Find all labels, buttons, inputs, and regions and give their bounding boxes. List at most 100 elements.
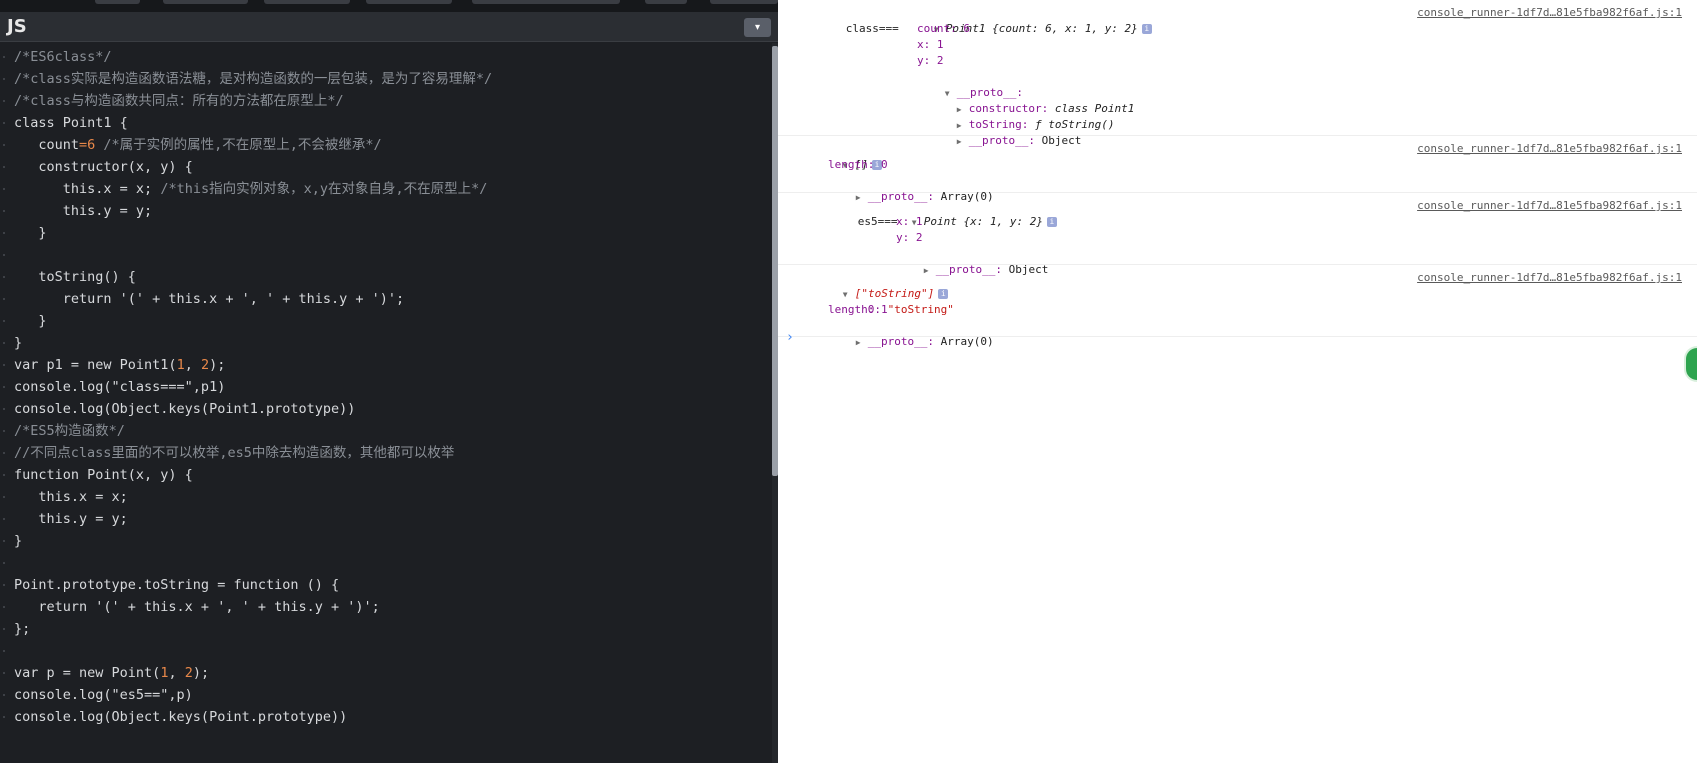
top-tab[interactable]	[472, 0, 620, 4]
code-token: =6	[79, 137, 96, 153]
code-line[interactable]: }	[3, 529, 22, 553]
code-token: /*ES5构造函数*/	[14, 423, 125, 439]
code-token: }	[14, 225, 47, 241]
code-line[interactable]: }	[3, 221, 47, 245]
gutter-marker	[3, 430, 5, 432]
code-token: }	[14, 313, 47, 329]
prop-count: count: 6	[917, 22, 970, 35]
prop-x: x: 1	[896, 215, 923, 228]
top-tab[interactable]	[366, 0, 452, 4]
gutter-marker	[3, 298, 5, 300]
info-icon: i	[1046, 217, 1057, 227]
collapse-button[interactable]: ▾	[744, 18, 771, 37]
collapsed-arrow-icon[interactable]: ▶	[856, 335, 868, 351]
gutter-marker	[3, 78, 5, 80]
code-line[interactable]: toString() {	[3, 265, 136, 289]
gutter-marker	[3, 628, 5, 630]
top-tab[interactable]	[264, 0, 350, 4]
code-line[interactable]: this.x = x;	[3, 485, 128, 509]
object-summary: Point {x: 1, y: 2}	[923, 215, 1043, 228]
source-link[interactable]: console_runner-1df7d…81e5fba982f6af.js:1	[1417, 198, 1682, 214]
prop-x: x: 1	[917, 38, 944, 51]
code-line[interactable]: this.x = x; /*this指向实例对象，x,y在对象自身,不在原型上*…	[3, 177, 487, 201]
top-tab-strip	[0, 0, 778, 12]
console-entry-class: console_runner-1df7d…81e5fba982f6af.js:1…	[778, 0, 1697, 147]
code-token: constructor(x, y) {	[14, 159, 193, 175]
code-line[interactable]: /*ES5构造函数*/	[3, 419, 125, 443]
code-line[interactable]: };	[3, 617, 31, 641]
code-line[interactable]: }	[3, 331, 23, 355]
editor-title: JS	[7, 16, 27, 37]
source-link[interactable]: console_runner-1df7d…81e5fba982f6af.js:1	[1417, 5, 1682, 21]
code-token: count	[14, 137, 80, 153]
code-line[interactable]: return '(' + this.x + ', ' + this.y + ')…	[3, 595, 380, 619]
code-line[interactable]: console.log(Object.keys(Point1.prototype…	[3, 397, 356, 421]
code-token: console.log(Object.keys(Point1.prototype…	[14, 401, 356, 417]
code-token: var p1 = new Point1(	[14, 357, 177, 373]
proto-value: Array(0)	[940, 335, 994, 348]
gutter-marker	[3, 364, 5, 366]
gutter-marker	[3, 210, 5, 212]
gutter-marker	[3, 518, 5, 520]
code-line[interactable]: var p = new Point(1, 2);	[3, 661, 210, 685]
code-line[interactable]: /*class实际是构造函数语法糖，是对构造函数的一层包装，是为了容易理解*/	[3, 67, 493, 91]
code-line[interactable]: function Point(x, y) {	[3, 463, 193, 487]
code-token: Point.prototype.toString = function () {	[14, 577, 340, 593]
prop-y: y: 2	[896, 231, 923, 244]
code-line[interactable]: console.log(Object.keys(Point.prototype)…	[3, 705, 347, 729]
code-area[interactable]: /*ES6class*/ /*class实际是构造函数语法糖，是对构造函数的一层包…	[0, 43, 772, 763]
code-line[interactable]: this.y = y;	[3, 199, 153, 223]
floating-action-button[interactable]	[1686, 348, 1697, 380]
code-line[interactable]: count=6 /*属于实例的属性,不在原型上,不会被继承*/	[3, 133, 382, 157]
gutter-marker	[3, 144, 5, 146]
console-entry-es5: console_runner-1df7d…81e5fba982f6af.js:1…	[778, 193, 1697, 276]
code-token: /*class实际是构造函数语法糖，是对构造函数的一层包装，是为了容易理解*/	[14, 71, 493, 87]
proto-row[interactable]: ▶ __proto__: Array(0)	[816, 318, 994, 367]
console-entry-keys-es5: console_runner-1df7d…81e5fba982f6af.js:1…	[778, 265, 1697, 348]
code-token: toString() {	[14, 269, 136, 285]
code-line[interactable]: var p1 = new Point1(1, 2);	[3, 353, 225, 377]
code-token: //不同点class里面的不可以枚举,es5中除去构造函数，其他都可以枚举	[14, 445, 455, 461]
code-token: var p = new Point(	[14, 665, 161, 681]
code-line[interactable]: console.log("es5==",p)	[3, 683, 193, 707]
source-link[interactable]: console_runner-1df7d…81e5fba982f6af.js:1	[1417, 270, 1682, 286]
code-line[interactable]: }	[3, 309, 47, 333]
code-line[interactable]: /*class与构造函数共同点：所有的方法都在原型上*/	[3, 89, 344, 113]
code-token: ,	[184, 357, 201, 373]
code-line[interactable]: constructor(x, y) {	[3, 155, 193, 179]
console-prompt[interactable]: ›	[786, 330, 794, 346]
code-line[interactable]: this.y = y;	[3, 507, 128, 531]
item-0-value: "toString"	[887, 303, 954, 316]
top-tab[interactable]	[163, 0, 248, 4]
code-line[interactable]: /*ES6class*/	[3, 45, 112, 69]
code-token: };	[14, 621, 31, 637]
code-line[interactable]: //不同点class里面的不可以枚举,es5中除去构造函数，其他都可以枚举	[3, 441, 455, 465]
gutter-marker	[3, 320, 5, 322]
editor-header: JS ▾	[0, 12, 778, 42]
gutter-marker	[3, 166, 5, 168]
gutter-marker	[3, 386, 5, 388]
top-tab[interactable]	[710, 0, 778, 4]
code-line[interactable]: class Point1 {	[3, 111, 128, 135]
code-line[interactable]: Point.prototype.toString = function () {	[3, 573, 340, 597]
gutter-marker	[3, 474, 5, 476]
prop-y: y: 2	[917, 54, 944, 67]
code-line[interactable]: console.log("class===",p1)	[3, 375, 225, 399]
code-token: }	[14, 335, 23, 351]
code-token: /*class与构造函数共同点：所有的方法都在原型上*/	[14, 93, 344, 109]
code-token: this.y = y;	[14, 203, 153, 219]
source-link[interactable]: console_runner-1df7d…81e5fba982f6af.js:1	[1417, 141, 1682, 157]
gutter-marker	[3, 716, 5, 718]
top-tab[interactable]	[95, 0, 140, 4]
top-tab[interactable]	[645, 0, 687, 4]
gutter-marker	[3, 650, 5, 652]
gutter-marker	[3, 584, 5, 586]
gutter-marker	[3, 452, 5, 454]
code-token: /*ES6class*/	[14, 49, 112, 65]
code-line[interactable]: return '(' + this.x + ', ' + this.y + ')…	[3, 287, 404, 311]
gutter-marker	[3, 100, 5, 102]
gutter-marker	[3, 672, 5, 674]
code-token: function Point(x, y) {	[14, 467, 193, 483]
code-token: );	[192, 665, 210, 681]
js-editor-panel: JS ▾ /*ES6class*/ /*class实际是构造函数语法糖，是对构造函…	[0, 0, 778, 763]
